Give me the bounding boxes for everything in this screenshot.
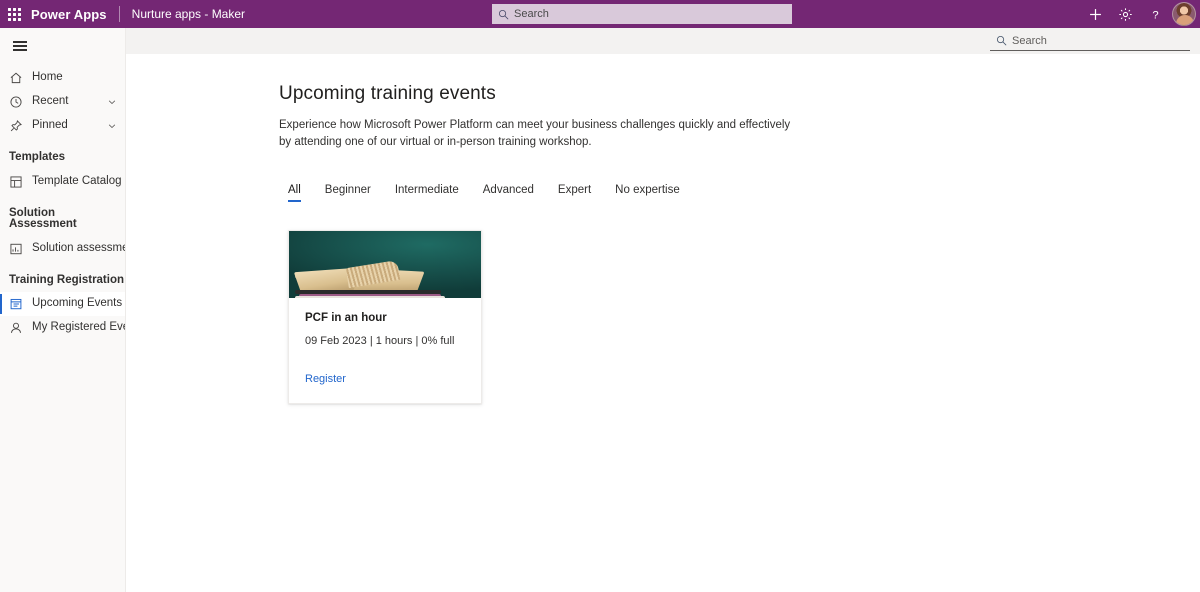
expertise-filter-tabs: All Beginner Intermediate Advanced Exper… [279,176,1200,202]
page-title: Upcoming training events [279,83,496,104]
avatar[interactable] [1172,2,1196,26]
search-icon [996,35,1007,46]
sidebar-group-solution-assessment: Solution Assessment [9,206,77,230]
event-title: PCF in an hour [305,312,387,325]
sidebar-item-label: Upcoming Events [32,297,123,310]
sidebar-item-solution-assessment[interactable]: Solution assessment [0,237,125,261]
help-button[interactable]: ? [1140,0,1170,28]
event-card-list: PCF in an hour 09 Feb 2023 | 1 hours | 0… [279,230,1200,405]
chevron-down-icon[interactable] [107,97,117,107]
app-launcher-icon[interactable] [0,0,28,28]
chevron-down-icon[interactable] [107,121,117,131]
sidebar-item-template-catalog[interactable]: Template Catalog [0,170,125,194]
sidebar-item-my-registered-events[interactable]: My Registered Events [0,316,125,340]
settings-button[interactable] [1110,0,1140,28]
sidebar-item-label: Template Catalog [32,174,122,187]
tab-no-expertise[interactable]: No expertise [603,184,692,203]
waffle-grid [7,7,21,21]
event-card[interactable]: PCF in an hour 09 Feb 2023 | 1 hours | 0… [288,230,482,405]
clock-icon [8,94,24,110]
sidebar-item-home[interactable]: Home [0,66,125,90]
brand-separator [118,6,120,22]
page-search-box[interactable] [990,31,1190,51]
sidebar-item-label: Recent [32,95,69,108]
app-body: Home Recent Pinned Templates Template Ca… [0,28,1200,592]
brand-name[interactable]: Power Apps [31,7,107,22]
pin-icon [8,118,24,134]
event-meta: 09 Feb 2023 | 1 hours | 0% full [305,335,455,348]
page-description: Experience how Microsoft Power Platform … [279,118,791,148]
suite-search-input[interactable] [514,8,786,20]
sidebar-item-upcoming-events[interactable]: Upcoming Events [0,292,125,316]
home-icon [8,70,24,86]
tab-intermediate[interactable]: Intermediate [383,184,471,203]
page-content: Upcoming training events Experience how … [126,54,1200,592]
suite-search-box[interactable] [492,4,792,24]
sidebar-item-label: Pinned [32,119,68,132]
command-bar [126,28,1200,54]
calendar-list-icon [8,296,24,312]
main-region: Upcoming training events Experience how … [126,28,1200,592]
suite-header: Power Apps Nurture apps - Maker ? [0,0,1200,28]
sidebar-item-recent[interactable]: Recent [0,90,125,114]
sidebar-group-training-registration: Training Registration [9,273,125,286]
template-icon [8,174,24,190]
svg-text:?: ? [1152,9,1158,21]
assessment-icon [8,241,24,257]
new-button[interactable] [1080,0,1110,28]
event-card-body: PCF in an hour 09 Feb 2023 | 1 hours | 0… [289,298,481,403]
tab-all[interactable]: All [279,184,313,203]
register-link[interactable]: Register [305,373,346,385]
hamburger-menu-icon[interactable] [0,32,40,60]
sidebar-item-label: Home [32,71,63,84]
tab-expert[interactable]: Expert [546,184,603,203]
tab-advanced[interactable]: Advanced [471,184,546,203]
sidebar-group-templates: Templates [9,151,66,163]
sidebar: Home Recent Pinned Templates Template Ca… [0,28,126,592]
person-icon [8,320,24,336]
event-card-image [289,231,481,299]
tab-beginner[interactable]: Beginner [313,184,383,203]
open-book-illustration [293,260,445,299]
environment-name[interactable]: Nurture apps - Maker [132,7,245,21]
suite-actions: ? [1080,0,1200,28]
page-search-input[interactable] [1012,34,1190,47]
sidebar-item-pinned[interactable]: Pinned [0,114,125,138]
sidebar-item-label: Solution assessment [32,241,125,254]
sidebar-item-label: My Registered Events [32,321,125,334]
search-icon [498,9,509,20]
